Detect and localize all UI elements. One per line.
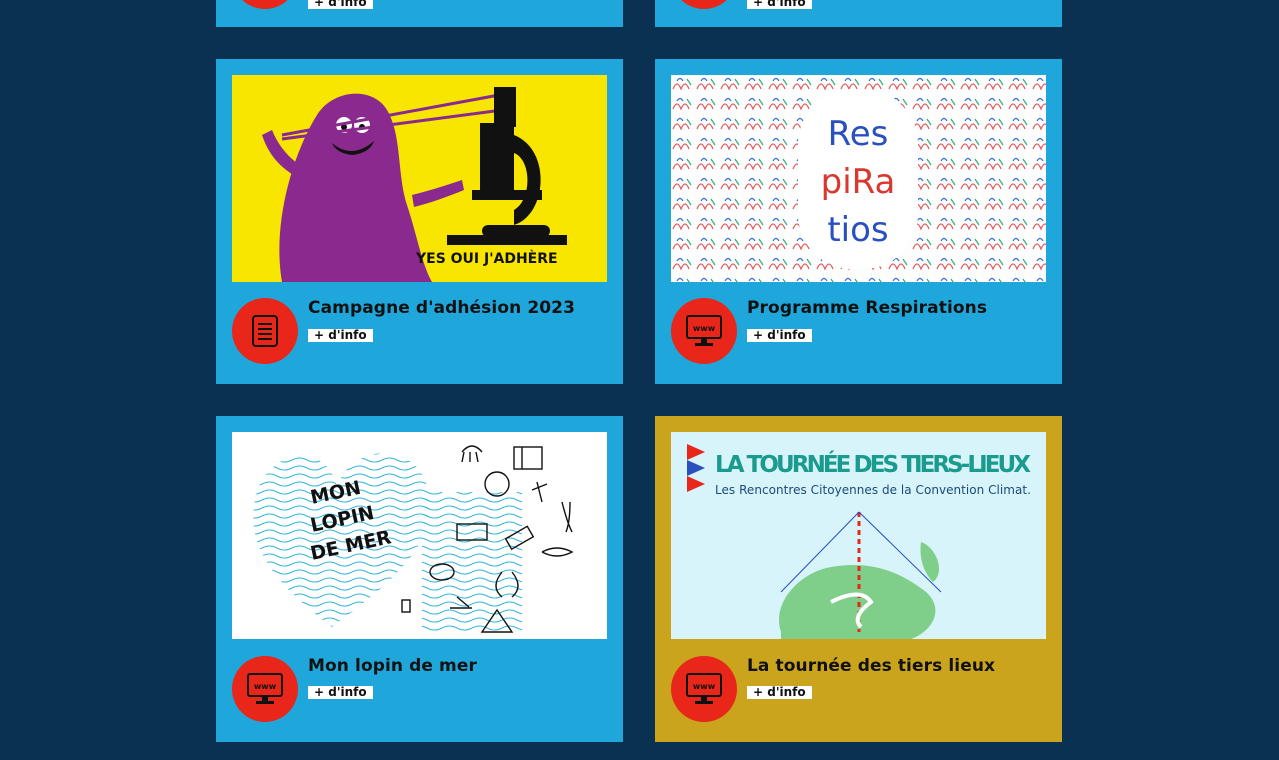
more-info-button[interactable]: + d'info xyxy=(747,0,812,9)
project-card: Res piRa tios www Programme Respirations… xyxy=(655,59,1062,384)
svg-text:www: www xyxy=(254,682,277,691)
image-caption-line: Les Rencontres Citoyennes de la Conventi… xyxy=(715,483,1031,497)
project-card: LA TOURNÉE DES TIERS-LIEUX Les Rencontre… xyxy=(655,416,1062,742)
tiers-lieux-illustration: LA TOURNÉE DES TIERS-LIEUX Les Rencontre… xyxy=(671,432,1046,639)
card-image[interactable]: MON LOPIN DE MER xyxy=(232,432,607,639)
lopin-de-mer-illustration: MON LOPIN DE MER xyxy=(232,432,607,639)
image-caption-line: Res xyxy=(828,114,889,154)
svg-text:www: www xyxy=(693,324,716,333)
www-monitor-icon[interactable]: www xyxy=(232,656,298,722)
project-card: + d'info xyxy=(216,0,623,27)
svg-text:www: www xyxy=(693,682,716,691)
more-info-button[interactable]: + d'info xyxy=(747,329,812,342)
image-caption-line: LA TOURNÉE DES TIERS-LIEUX xyxy=(715,450,1031,478)
image-caption-line: tios xyxy=(827,210,888,250)
www-monitor-icon[interactable]: www xyxy=(671,298,737,364)
more-info-button[interactable]: + d'info xyxy=(747,686,812,699)
card-image[interactable]: YES OUI J'ADHÈRE xyxy=(232,75,607,282)
card-title[interactable]: Campagne d'adhésion 2023 xyxy=(308,298,575,318)
more-info-button[interactable]: + d'info xyxy=(308,686,373,699)
www-monitor-icon[interactable] xyxy=(671,0,737,9)
image-caption-line: piRa xyxy=(821,162,896,202)
card-image[interactable]: LA TOURNÉE DES TIERS-LIEUX Les Rencontre… xyxy=(671,432,1046,639)
project-card: YES OUI J'ADHÈRE Campagne d'adhésion 202… xyxy=(216,59,623,384)
document-icon[interactable] xyxy=(232,0,298,9)
project-card: MON LOPIN DE MER www Mon lopin de mer + … xyxy=(216,416,623,742)
image-caption: YES OUI J'ADHÈRE xyxy=(415,250,558,267)
www-monitor-icon[interactable]: www xyxy=(671,656,737,722)
project-card: + d'info xyxy=(655,0,1062,27)
card-image[interactable]: Res piRa tios xyxy=(671,75,1046,282)
card-title[interactable]: Mon lopin de mer xyxy=(308,656,477,676)
card-title[interactable]: Programme Respirations xyxy=(747,298,987,318)
more-info-button[interactable]: + d'info xyxy=(308,329,373,342)
card-title[interactable]: La tournée des tiers lieux xyxy=(747,656,995,676)
more-info-button[interactable]: + d'info xyxy=(308,0,373,9)
document-icon[interactable] xyxy=(232,298,298,364)
adhesion-illustration: YES OUI J'ADHÈRE xyxy=(232,75,607,282)
respirations-illustration: Res piRa tios xyxy=(671,75,1046,282)
